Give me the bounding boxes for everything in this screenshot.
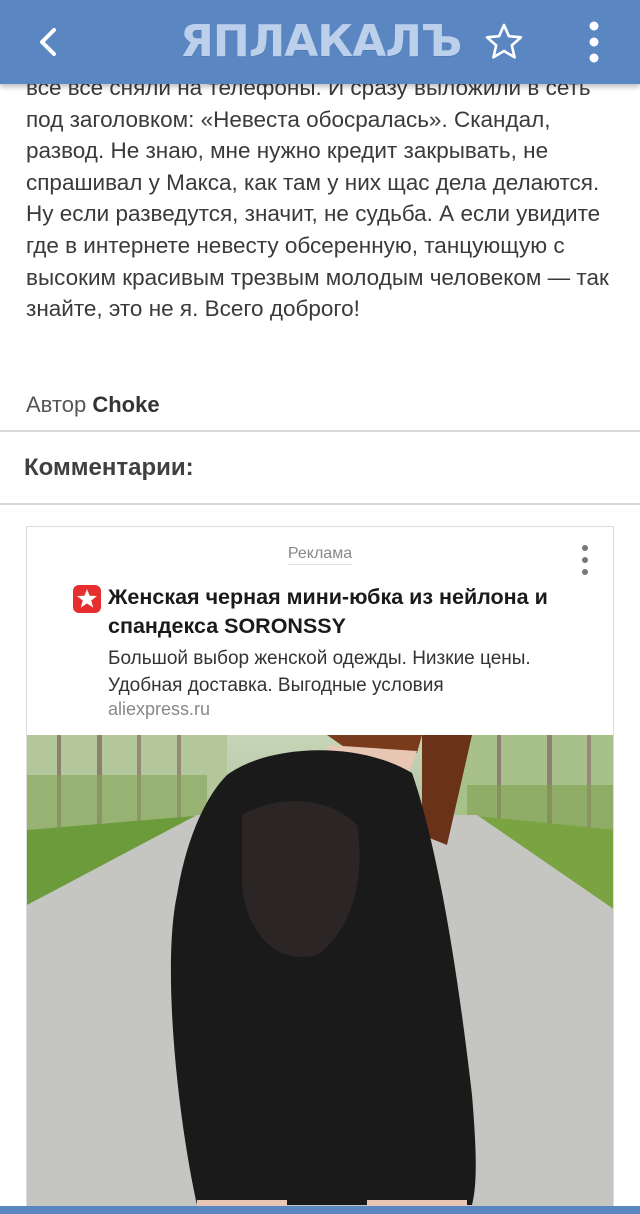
back-button[interactable] (30, 22, 70, 62)
star-outline-icon (485, 23, 523, 59)
divider (0, 430, 640, 432)
favorite-button[interactable] (484, 22, 524, 62)
ad-title-link[interactable]: Женская черная мини-юбка из нейлона и сп… (108, 583, 598, 641)
ad-options-button[interactable] (577, 543, 593, 577)
aliexpress-logo-icon (73, 585, 101, 613)
site-logo[interactable]: ЯПЛАКАЛЪ (180, 14, 462, 70)
chevron-left-icon (40, 28, 56, 56)
overflow-menu-button[interactable] (580, 18, 608, 66)
vertical-dots-icon (582, 545, 588, 575)
divider (0, 503, 640, 505)
ad-product-image[interactable] (27, 735, 613, 1213)
ad-card[interactable]: Реклама Женская черная мини-юбка из нейл… (26, 526, 614, 1214)
vertical-dots-icon (589, 21, 599, 63)
article-body: все все сняли на телефоны. И сразу вылож… (26, 72, 620, 325)
product-photo (27, 735, 613, 1213)
comments-heading: Комментарии: (24, 454, 194, 481)
author-line: Автор Choke (26, 392, 160, 418)
author-label: Автор (26, 392, 87, 417)
top-app-bar: ЯПЛАКАЛЪ (0, 0, 640, 84)
bottom-bar-edge (0, 1206, 640, 1214)
ad-label: Реклама (27, 545, 613, 565)
ad-domain[interactable]: aliexpress.ru (108, 699, 210, 720)
article-text: все все сняли на телефоны. И сразу вылож… (26, 75, 609, 322)
author-name[interactable]: Choke (92, 392, 159, 417)
ad-description: Большой выбор женской одежды. Низкие цен… (108, 648, 531, 696)
